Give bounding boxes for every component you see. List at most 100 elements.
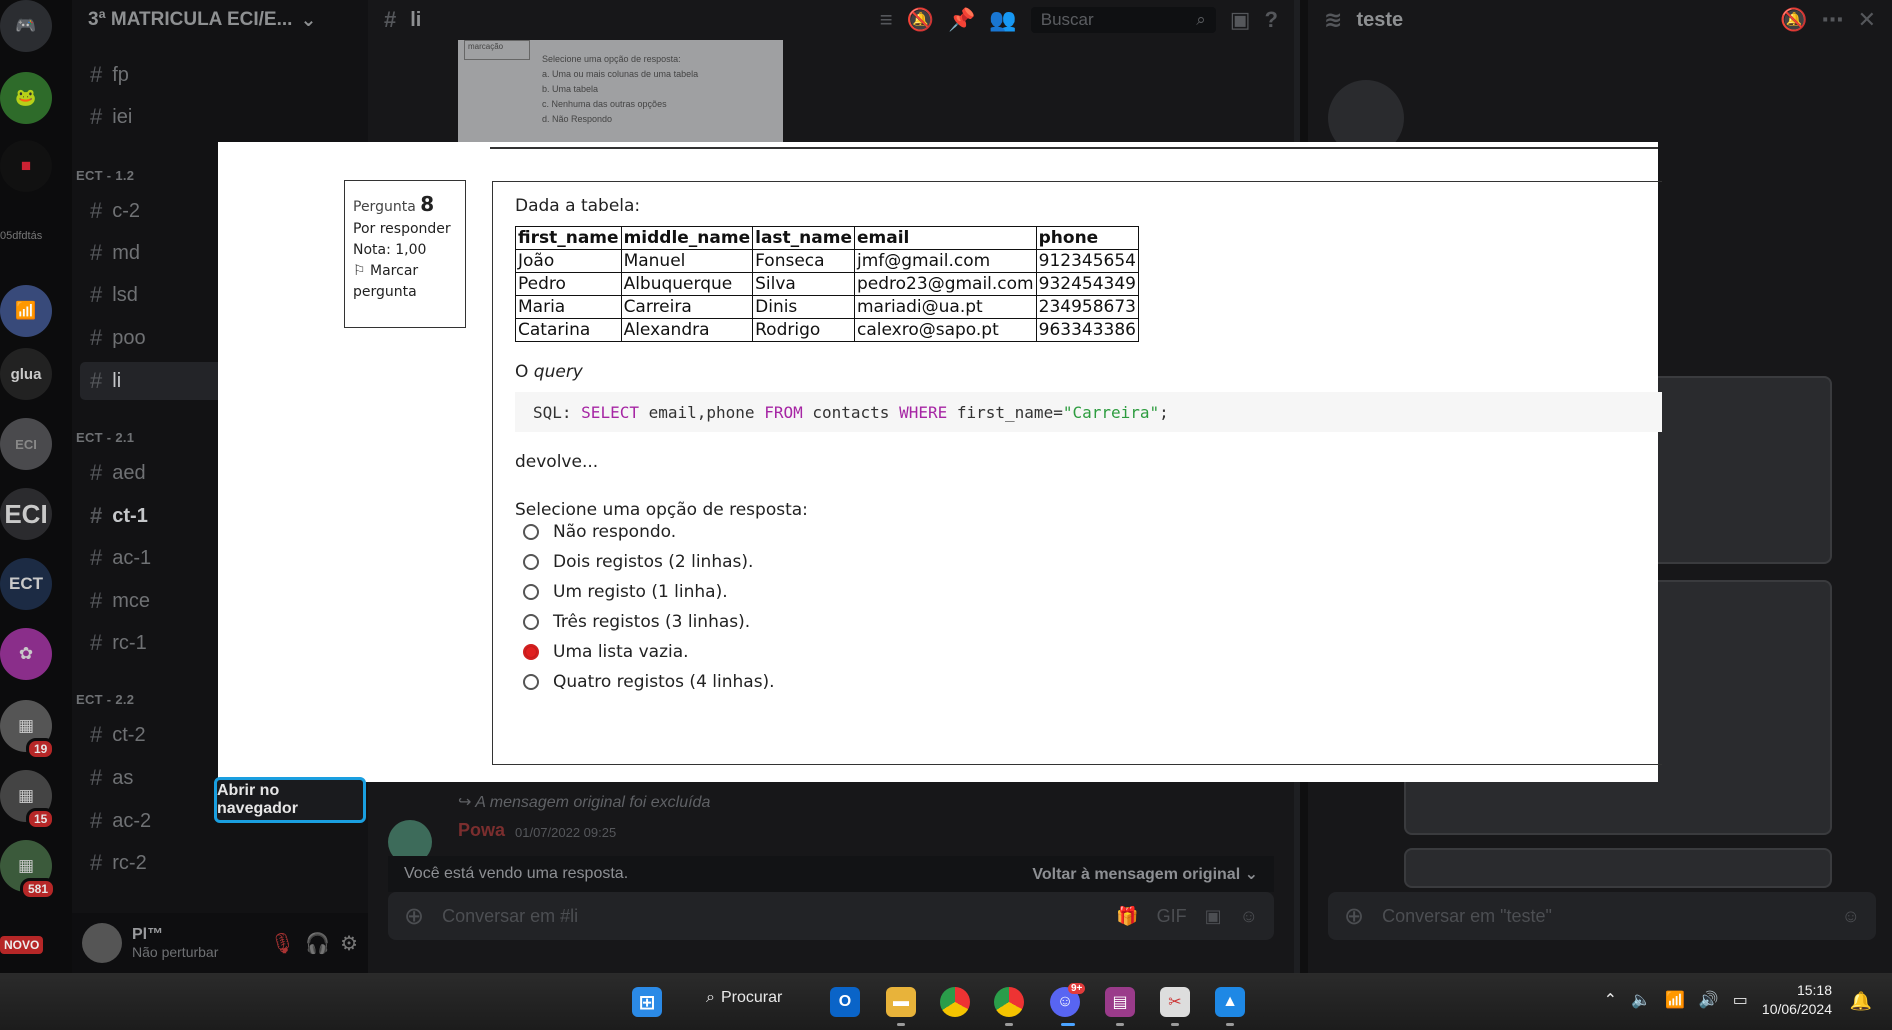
notifications-icon[interactable]: 🔔 bbox=[1850, 991, 1872, 1012]
message-author[interactable]: Powa bbox=[458, 820, 505, 841]
server-icon-pepe[interactable]: 🐸 bbox=[0, 72, 52, 124]
windows-start-icon[interactable]: ⊞ bbox=[632, 987, 662, 1017]
gear-icon[interactable]: ⚙ bbox=[340, 931, 358, 956]
channel-iei[interactable]: # iei bbox=[90, 104, 132, 130]
members-icon[interactable]: 👥 bbox=[989, 7, 1016, 33]
channel-fp[interactable]: # fp bbox=[90, 62, 129, 88]
channel-lsd[interactable]: # lsd bbox=[90, 282, 138, 308]
pin-icon[interactable]: 📌 bbox=[948, 7, 975, 33]
channel-ct-1[interactable]: # ct-1 bbox=[90, 503, 148, 529]
search-icon: ⌕ bbox=[1196, 10, 1206, 29]
add-attachment-icon[interactable]: ⊕ bbox=[404, 902, 424, 931]
answer-option[interactable]: Dois registos (2 linhas). bbox=[523, 552, 753, 572]
close-icon[interactable]: ✕ bbox=[1858, 7, 1876, 33]
sql-keyword: WHERE bbox=[899, 402, 948, 422]
channel-ct-2[interactable]: # ct-2 bbox=[90, 722, 146, 748]
channel-rc-1[interactable]: # rc-1 bbox=[90, 630, 147, 656]
category-ect-2-2[interactable]: ECT - 2.2 bbox=[76, 692, 134, 707]
composer-placeholder: Conversar em #li bbox=[442, 905, 579, 926]
server-icon-ect[interactable]: ECT bbox=[0, 558, 52, 610]
bell-muted-icon[interactable]: 🔕 bbox=[1780, 7, 1807, 33]
answer-option[interactable]: Uma lista vazia. bbox=[523, 642, 689, 662]
gift-icon[interactable]: 🎁 bbox=[1116, 906, 1138, 927]
channel-poo[interactable]: # poo bbox=[90, 325, 146, 351]
category-ect-2-1[interactable]: ECT - 2.1 bbox=[76, 430, 134, 445]
category-ect-1-2[interactable]: ECT - 1.2 bbox=[76, 168, 134, 183]
answer-option-label: Quatro registos (4 linhas). bbox=[553, 672, 775, 692]
table-header-cell: first_name bbox=[515, 226, 622, 250]
emoji-icon[interactable]: ☺ bbox=[1842, 906, 1860, 927]
new-pill[interactable]: NOVO bbox=[0, 936, 44, 954]
radio-icon[interactable] bbox=[523, 674, 539, 690]
avatar[interactable] bbox=[82, 923, 122, 963]
taskbar-search[interactable]: ⌕ Procurar bbox=[706, 989, 782, 1007]
clock[interactable]: 15:18 10/06/2024 bbox=[1762, 981, 1832, 1019]
winrar-icon[interactable]: ▤ bbox=[1105, 987, 1135, 1017]
server-header[interactable]: 3ª MATRICULA ECI/E... ⌄ bbox=[72, 0, 368, 40]
chrome-icon[interactable] bbox=[994, 987, 1024, 1017]
emoji-icon[interactable]: ☺ bbox=[1240, 906, 1258, 927]
message-composer[interactable]: ⊕ Conversar em #li 🎁 GIF ▣ ☺ bbox=[388, 892, 1274, 940]
channel-ac-1[interactable]: # ac-1 bbox=[90, 545, 151, 571]
add-attachment-icon[interactable]: ⊕ bbox=[1344, 902, 1364, 931]
radio-icon[interactable] bbox=[523, 524, 539, 540]
server-icon-anime[interactable]: ✿ bbox=[0, 628, 52, 680]
threads-icon[interactable]: ≡ bbox=[880, 7, 893, 33]
channel-mce[interactable]: # mce bbox=[90, 588, 150, 614]
wifi-icon[interactable]: 📶 bbox=[1665, 990, 1685, 1010]
channel-ac-2[interactable]: # ac-2 bbox=[90, 808, 151, 834]
open-in-browser-button[interactable]: Abrir no navegador bbox=[214, 777, 366, 823]
chevron-up-icon[interactable]: ⌃ bbox=[1604, 990, 1617, 1010]
image-attachment[interactable] bbox=[1404, 848, 1832, 888]
headset-muted-icon[interactable]: 🎧 bbox=[305, 931, 330, 956]
mic-muted-icon[interactable]: 🎙 bbox=[270, 931, 295, 956]
channel-aed[interactable]: # aed bbox=[90, 460, 146, 486]
channel-c-2[interactable]: # c-2 bbox=[90, 198, 140, 224]
answer-option[interactable]: Um registo (1 linha). bbox=[523, 582, 728, 602]
answer-option[interactable]: Não respondo. bbox=[523, 522, 676, 542]
question-label: Pergunta bbox=[353, 199, 416, 215]
server-icon-ecl[interactable]: ECI bbox=[0, 418, 52, 470]
battery-icon[interactable]: ▭ bbox=[1733, 990, 1748, 1010]
server-icon-wifi[interactable]: 📶 bbox=[0, 285, 52, 337]
radio-selected-icon[interactable] bbox=[523, 644, 539, 660]
reply-notice: Você está vendo uma resposta. bbox=[404, 865, 629, 882]
answer-option[interactable]: Quatro registos (4 linhas). bbox=[523, 672, 775, 692]
server-list: 🎮 🐸 ■ 05dfdtás 📶 glua ECI ECI ECT ✿ ▦ 19… bbox=[0, 0, 72, 973]
channel-md[interactable]: # md bbox=[90, 240, 140, 266]
radio-icon[interactable] bbox=[523, 614, 539, 630]
file-explorer-icon[interactable]: ▬ bbox=[886, 987, 916, 1017]
flag-icon: ⚐ bbox=[353, 263, 366, 279]
server-icon-glua[interactable]: glua bbox=[0, 348, 52, 400]
radio-icon[interactable] bbox=[523, 554, 539, 570]
radio-icon[interactable] bbox=[523, 584, 539, 600]
bell-muted-icon[interactable]: 🔕 bbox=[907, 7, 934, 33]
snipping-tool-icon[interactable]: ✂ bbox=[1160, 987, 1190, 1017]
answer-option[interactable]: Três registos (3 linhas). bbox=[523, 612, 750, 632]
more-icon[interactable]: ⋯ bbox=[1822, 7, 1844, 33]
discord-home-icon[interactable]: 🎮 bbox=[0, 0, 52, 52]
inbox-icon[interactable]: ▣ bbox=[1230, 7, 1251, 33]
help-icon[interactable]: ? bbox=[1265, 7, 1278, 33]
image-viewer[interactable]: Pergunta 8 Por responder Nota: 1,00 ⚐ Ma… bbox=[218, 142, 1662, 782]
channel-as[interactable]: # as bbox=[90, 765, 133, 791]
gif-icon[interactable]: GIF bbox=[1157, 906, 1187, 927]
table-header-cell: last_name bbox=[752, 226, 855, 250]
back-to-original-button[interactable]: Voltar à mensagem original ⌄ bbox=[1032, 864, 1258, 884]
server-name: 3ª MATRICULA ECI/E... bbox=[88, 9, 293, 30]
search-input[interactable]: Buscar ⌕ bbox=[1030, 7, 1216, 33]
taskbar: ⊞ ⌕ Procurar O ▬ ☺ 9+ ▤ ✂ ▲ ⌃ 🔈 📶 🔊 ▭ 15:… bbox=[0, 973, 1892, 1030]
chrome-icon[interactable] bbox=[940, 987, 970, 1017]
volume-icon[interactable]: 🔊 bbox=[1699, 990, 1719, 1010]
sticker-icon[interactable]: ▣ bbox=[1205, 906, 1222, 927]
outlook-icon[interactable]: O bbox=[830, 987, 860, 1017]
server-icon-folder[interactable]: ■ bbox=[0, 140, 52, 192]
image-thumbnail[interactable]: marcação Selecione uma opção de resposta… bbox=[458, 40, 783, 142]
photos-icon[interactable]: ▲ bbox=[1215, 987, 1245, 1017]
thread-composer[interactable]: ⊕ Conversar em "teste" ☺ bbox=[1328, 892, 1876, 940]
mention-badge: 581 bbox=[20, 878, 57, 900]
taskbar-search-label: Procurar bbox=[720, 989, 783, 1006]
channel-rc-2[interactable]: # rc-2 bbox=[90, 850, 147, 876]
speaker-icon[interactable]: 🔈 bbox=[1631, 990, 1651, 1010]
server-icon-eci[interactable]: ECI bbox=[0, 488, 52, 540]
